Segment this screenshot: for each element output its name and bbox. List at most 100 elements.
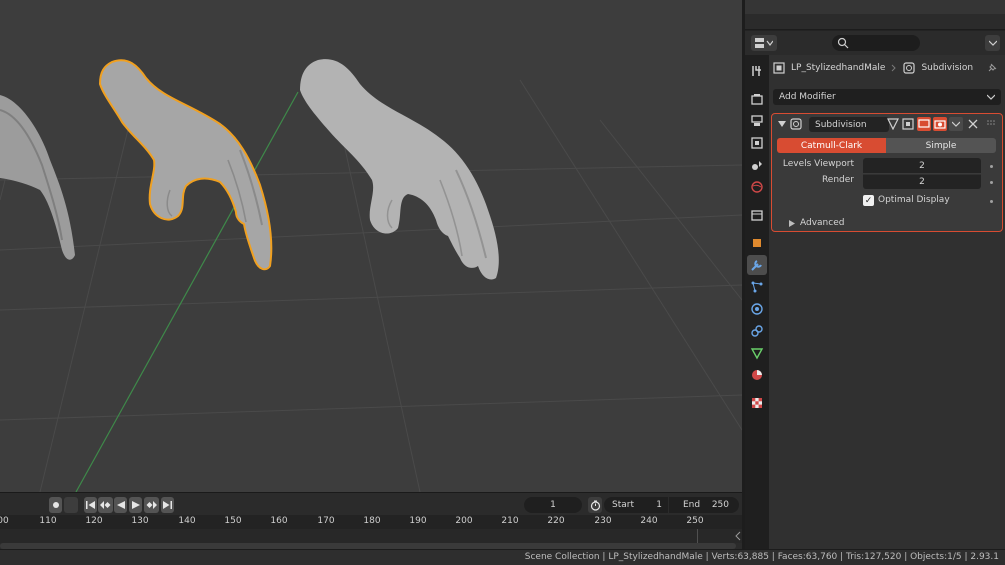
end-frame-field[interactable]: End 250: [669, 497, 739, 513]
ruler-tick: 240: [640, 516, 658, 526]
tab-data[interactable]: [747, 343, 767, 363]
hand-mesh-right[interactable]: [300, 59, 499, 280]
editor-type-icon: [755, 38, 773, 48]
tab-scene[interactable]: [747, 155, 767, 175]
play-reverse-button[interactable]: [114, 497, 127, 513]
record-button[interactable]: [49, 497, 62, 513]
stopwatch-icon: [590, 500, 600, 511]
frame-ruler[interactable]: 00 110 120 130 140 150 160 170 180 190 2…: [0, 515, 742, 529]
animate-dot[interactable]: [990, 181, 993, 184]
chevron-down-icon: [952, 121, 960, 127]
catmull-clark-option[interactable]: Catmull-Clark: [777, 138, 886, 153]
jump-to-end-button[interactable]: [161, 497, 174, 513]
simple-option[interactable]: Simple: [886, 138, 996, 153]
texture-icon: [752, 398, 762, 408]
close-icon[interactable]: [968, 119, 978, 129]
levels-viewport-label: Levels Viewport: [782, 159, 854, 169]
modifier-header: Subdivision: [772, 114, 1002, 134]
subdivision-modifier-icon: [790, 118, 802, 130]
optimal-display-label: Optimal Display: [878, 195, 950, 205]
levels-viewport-field[interactable]: 2: [863, 158, 981, 173]
tab-particles[interactable]: [747, 277, 767, 297]
subdivision-modifier-icon: [903, 62, 916, 74]
outliner-area[interactable]: [745, 0, 1005, 30]
tab-object[interactable]: [747, 233, 767, 253]
tab-tool[interactable]: [747, 61, 767, 81]
keyframe-track[interactable]: [0, 529, 742, 543]
ruler-tick: 150: [224, 516, 242, 526]
ruler-tick: 110: [39, 516, 57, 526]
advanced-subpanel-label[interactable]: Advanced: [800, 218, 844, 228]
render-icon: [751, 94, 763, 105]
edit-mode-icon[interactable]: [902, 118, 914, 130]
play-button[interactable]: [129, 497, 142, 513]
ruler-tick: 230: [594, 516, 612, 526]
scene-icon: [752, 161, 762, 170]
start-frame-label: Start: [612, 500, 634, 510]
add-modifier-dropdown[interactable]: Add Modifier: [773, 89, 1001, 105]
ruler-tick: 200: [455, 516, 473, 526]
animate-dot[interactable]: [990, 200, 993, 203]
particles-icon: [751, 281, 763, 293]
play-reverse-icon: [116, 501, 125, 509]
tab-constraints[interactable]: [747, 321, 767, 341]
optimal-display-checkbox[interactable]: ✓: [863, 195, 874, 206]
record-icon: [52, 502, 59, 508]
3d-viewport[interactable]: [0, 0, 742, 492]
ruler-tick: 120: [85, 516, 103, 526]
end-frame-label: End: [683, 500, 701, 510]
properties-editor: LP_StylizedhandMale Subdivision Add Modi…: [745, 31, 1005, 549]
tab-view-layer[interactable]: [747, 133, 767, 153]
jump-prev-keyframe-button[interactable]: [98, 497, 113, 513]
tab-texture[interactable]: [747, 393, 767, 413]
tab-physics[interactable]: [747, 299, 767, 319]
start-frame-field[interactable]: Start 1: [604, 497, 668, 513]
modifier-name-field[interactable]: Subdivision: [809, 117, 889, 132]
pin-icon[interactable]: [986, 62, 998, 74]
status-bar: Scene Collection | LP_StylizedhandMale |…: [0, 549, 1005, 565]
modifier-menu-button[interactable]: [949, 117, 963, 131]
options-dropdown-button[interactable]: [985, 35, 1000, 51]
material-icon: [752, 370, 762, 380]
search-icon: [837, 37, 849, 49]
chevron-left-icon[interactable]: [735, 531, 741, 541]
render-toggle[interactable]: [933, 117, 947, 131]
prev-keyframe-icon: [100, 501, 111, 509]
current-frame-field[interactable]: 1: [524, 497, 582, 513]
chevron-right-icon: [892, 64, 897, 72]
tab-render[interactable]: [747, 89, 767, 109]
properties-header: [745, 31, 1005, 55]
breadcrumb: LP_StylizedhandMale Subdivision: [773, 60, 973, 76]
render-levels-label: Render: [821, 175, 854, 185]
edit-cage-icon[interactable]: [887, 118, 899, 130]
subdivision-modifier-panel: Subdivision Catmull-Clark Simple Levels …: [771, 113, 1003, 232]
tab-world[interactable]: [747, 177, 767, 197]
render-levels-field[interactable]: 2: [863, 174, 981, 189]
breadcrumb-object-name: LP_StylizedhandMale: [791, 63, 886, 73]
physics-icon: [751, 303, 763, 315]
jump-to-start-button[interactable]: [84, 497, 97, 513]
collapse-triangle-icon[interactable]: [778, 120, 786, 128]
chevron-down-icon: [988, 40, 997, 46]
scene-statistics: Scene Collection | LP_StylizedhandMale |…: [524, 552, 999, 562]
tab-output[interactable]: [747, 111, 767, 131]
viewport-scene: [0, 59, 742, 492]
add-modifier-label: Add Modifier: [779, 92, 836, 102]
playback-controls: 1 Start 1 End 250: [0, 495, 742, 515]
tab-material[interactable]: [747, 365, 767, 385]
tab-modifier[interactable]: [747, 255, 767, 275]
hand-mesh-left[interactable]: [0, 95, 75, 260]
tab-collection[interactable]: [747, 205, 767, 225]
expand-triangle-icon[interactable]: [789, 220, 795, 227]
realtime-toggle[interactable]: [917, 117, 931, 131]
drag-handle-icon[interactable]: [987, 120, 997, 128]
end-frame-marker: [697, 529, 698, 543]
auto-keying-button[interactable]: [64, 497, 78, 513]
animate-dot[interactable]: [990, 165, 993, 168]
jump-next-keyframe-button[interactable]: [144, 497, 159, 513]
preview-range-button[interactable]: [588, 497, 602, 513]
properties-search-input[interactable]: [832, 35, 920, 51]
editor-type-button[interactable]: [751, 35, 777, 51]
start-frame-value: 1: [656, 500, 662, 510]
ruler-tick: 180: [363, 516, 381, 526]
